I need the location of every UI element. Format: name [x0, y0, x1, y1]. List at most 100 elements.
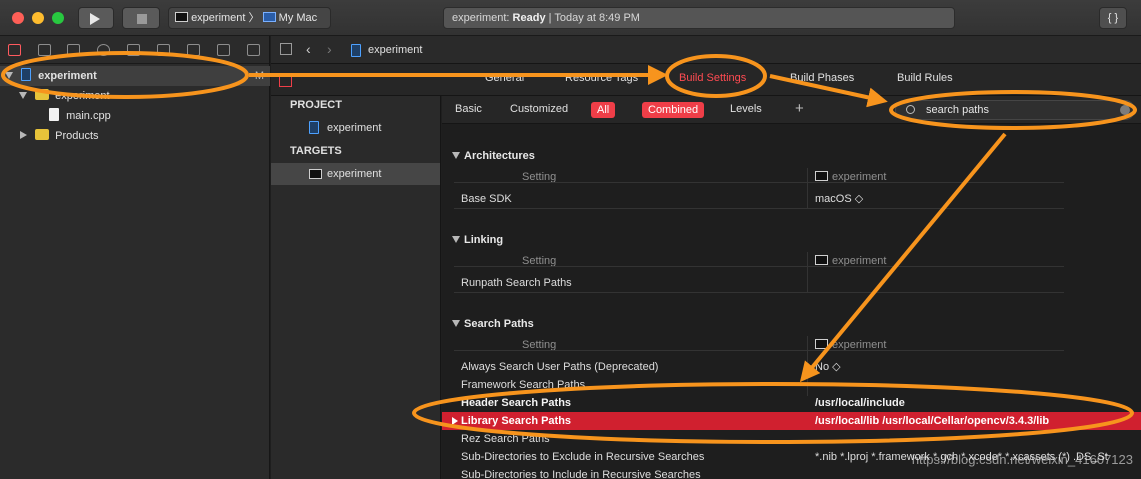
- add-setting-button[interactable]: +: [795, 100, 804, 117]
- setting-value[interactable]: No ◇: [815, 358, 841, 376]
- scheme-device: My Mac: [278, 12, 318, 24]
- code-review-button[interactable]: { }: [1099, 7, 1127, 29]
- project-icon: [309, 121, 319, 134]
- setting-row[interactable]: Sub-Directories to Include in Recursive …: [442, 466, 1141, 479]
- close-window-button[interactable]: [12, 12, 24, 24]
- status-project: experiment:: [452, 12, 510, 24]
- navigator-toolbar: [0, 36, 269, 64]
- build-settings-pane: Basic Customized All Combined Levels + s…: [442, 96, 1141, 479]
- zoom-window-button[interactable]: [52, 12, 64, 24]
- tab-general[interactable]: General: [485, 72, 524, 84]
- section-search-paths[interactable]: Search Paths: [452, 318, 534, 330]
- setting-row[interactable]: Always Search User Paths (Deprecated) No…: [442, 358, 1141, 376]
- section-title: Linking: [464, 234, 504, 246]
- hide-targets-icon[interactable]: [279, 74, 292, 87]
- tab-build-settings[interactable]: Build Settings: [679, 72, 746, 84]
- setting-row[interactable]: Header Search Paths /usr/local/include: [442, 394, 1141, 412]
- back-arrow-icon[interactable]: ‹: [306, 41, 311, 57]
- navigator-item-file[interactable]: main.cpp: [0, 106, 270, 126]
- watermark-text: https://blog.csdn.net/weixin_41607123: [911, 452, 1133, 467]
- setting-value[interactable]: /usr/local/include: [815, 394, 905, 412]
- target-item-label: experiment: [327, 168, 382, 180]
- scheme-target: experiment: [191, 12, 246, 24]
- stop-button[interactable]: [122, 7, 160, 29]
- terminal-icon: [175, 12, 188, 22]
- navigator-item-project[interactable]: experiment M: [0, 66, 270, 86]
- disclosure-right-icon[interactable]: [20, 131, 27, 139]
- disclosure-down-icon[interactable]: [452, 152, 460, 159]
- navigator-item-group[interactable]: experiment: [0, 86, 270, 106]
- terminal-icon: [309, 169, 322, 179]
- navigator-item-products[interactable]: Products: [0, 126, 270, 146]
- test-navigator-icon[interactable]: [157, 44, 170, 56]
- scheme-selector[interactable]: experiment 〉 My Mac: [168, 7, 331, 29]
- setting-name: Rez Search Paths: [461, 433, 550, 445]
- divider: [454, 208, 1064, 209]
- search-field[interactable]: search paths: [895, 100, 1135, 120]
- disclosure-down-icon[interactable]: [5, 72, 13, 79]
- disclosure-right-icon[interactable]: [452, 417, 458, 425]
- setting-name: Framework Search Paths: [461, 379, 586, 391]
- settings-filter-bar: Basic Customized All Combined Levels + s…: [442, 96, 1141, 124]
- section-linking[interactable]: Linking: [452, 234, 503, 246]
- setting-row[interactable]: Framework Search Paths: [442, 376, 1141, 394]
- setting-row-selected[interactable]: Library Search Paths /usr/local/lib /usr…: [442, 412, 1141, 430]
- tab-build-phases[interactable]: Build Phases: [790, 72, 854, 84]
- divider: [454, 292, 1064, 293]
- filter-basic[interactable]: Basic: [455, 103, 482, 115]
- breadcrumb[interactable]: experiment: [368, 44, 422, 56]
- project-item-label: experiment: [327, 122, 382, 134]
- status-time: Today at 8:49 PM: [554, 12, 640, 24]
- status-separator: |: [548, 12, 552, 24]
- symbol-navigator-icon[interactable]: [67, 44, 80, 56]
- issue-navigator-icon[interactable]: [127, 44, 140, 56]
- setting-name: Base SDK: [461, 193, 512, 205]
- setting-row[interactable]: Rez Search Paths: [442, 430, 1141, 448]
- target-list-item[interactable]: experiment: [271, 163, 440, 185]
- disclosure-down-icon[interactable]: [452, 236, 460, 243]
- source-control-icon[interactable]: [38, 44, 51, 56]
- project-name: experiment: [38, 70, 97, 82]
- filter-combined[interactable]: Combined: [642, 102, 705, 118]
- filter-levels[interactable]: Levels: [730, 103, 762, 115]
- minimize-window-button[interactable]: [32, 12, 44, 24]
- debug-navigator-icon[interactable]: [187, 44, 200, 56]
- divider: [454, 350, 1064, 351]
- related-items-icon[interactable]: [280, 43, 292, 55]
- stop-icon: [137, 14, 147, 24]
- activity-status: experiment: Ready | Today at 8:49 PM: [443, 7, 955, 29]
- folder-navigator-icon[interactable]: [8, 44, 21, 56]
- setting-name: Runpath Search Paths: [461, 277, 572, 289]
- folder-icon: [35, 129, 50, 140]
- forward-arrow-icon[interactable]: ›: [327, 41, 332, 57]
- setting-value[interactable]: /usr/local/lib /usr/local/Cellar/opencv/…: [815, 412, 1049, 430]
- project-icon: [351, 44, 361, 57]
- file-name: main.cpp: [66, 110, 111, 122]
- find-navigator-icon[interactable]: [97, 44, 110, 56]
- setting-row[interactable]: Runpath Search Paths: [442, 274, 1141, 292]
- filter-all[interactable]: All: [591, 102, 616, 118]
- breakpoint-navigator-icon[interactable]: [217, 44, 230, 56]
- project-list-item[interactable]: experiment: [271, 117, 440, 139]
- setting-value[interactable]: macOS ◇: [815, 190, 863, 208]
- search-icon: [906, 105, 915, 114]
- report-navigator-icon[interactable]: [247, 44, 260, 56]
- disclosure-down-icon[interactable]: [19, 92, 27, 99]
- search-input[interactable]: search paths: [926, 104, 989, 116]
- project-icon: [21, 68, 32, 81]
- tab-resource-tags[interactable]: Resource Tags: [565, 72, 638, 84]
- mac-icon: [262, 12, 276, 22]
- editor-tabs: General Resource Tags Build Settings Bui…: [271, 64, 1141, 96]
- filter-customized[interactable]: Customized: [510, 103, 568, 115]
- tab-build-rules[interactable]: Build Rules: [897, 72, 953, 84]
- setting-row[interactable]: Base SDK macOS ◇: [442, 190, 1141, 208]
- project-header: PROJECT: [290, 99, 342, 111]
- setting-name: Sub-Directories to Exclude in Recursive …: [461, 451, 705, 463]
- disclosure-down-icon[interactable]: [452, 320, 460, 327]
- status-state: Ready: [512, 12, 546, 24]
- run-button[interactable]: [78, 7, 114, 29]
- xcode-window: experiment 〉 My Mac experiment: Ready | …: [0, 0, 1141, 479]
- section-title: Search Paths: [464, 318, 534, 330]
- clear-search-icon[interactable]: [1120, 105, 1130, 115]
- section-architectures[interactable]: Architectures: [452, 150, 535, 162]
